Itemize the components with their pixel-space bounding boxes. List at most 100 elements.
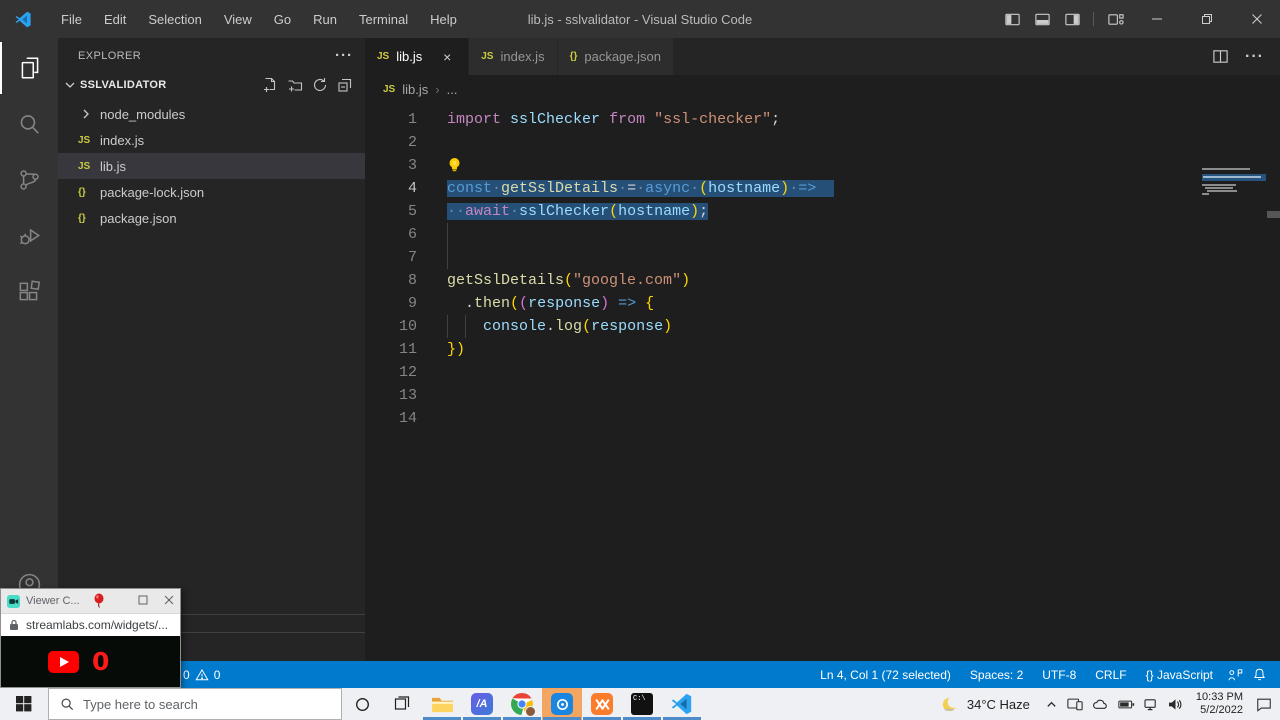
battery-icon[interactable] (1118, 699, 1135, 710)
file-item-index.js[interactable]: JSindex.js (58, 127, 365, 153)
minimap[interactable] (1202, 168, 1266, 202)
popup-titlebar[interactable]: Viewer C... (1, 589, 180, 613)
encoding[interactable]: UTF-8 (1037, 668, 1081, 682)
line-number[interactable]: 11 (365, 338, 417, 361)
extensions-icon[interactable] (0, 266, 58, 318)
tab-package.json[interactable]: {}package.json (558, 38, 674, 75)
breadcrumb-file[interactable]: lib.js (402, 82, 428, 97)
line-number[interactable]: 10 (365, 315, 417, 338)
toggle-panel-icon[interactable] (1027, 0, 1057, 38)
line-number[interactable]: 13 (365, 384, 417, 407)
tray-chevron-up-icon[interactable] (1045, 698, 1058, 711)
line-number[interactable]: 6 (365, 223, 417, 246)
code-line[interactable]: 9 .then((response) => { (365, 292, 1280, 315)
line-number[interactable]: 1 (365, 108, 417, 131)
code-line[interactable]: 4const·getSslDetails·=·async·(hostname)·… (365, 177, 1280, 200)
tab-close-icon[interactable]: × (438, 49, 456, 65)
line-number[interactable]: 7 (365, 246, 417, 269)
collapse-all-icon[interactable] (337, 77, 353, 93)
minimize-button[interactable] (1134, 0, 1180, 38)
menu-selection[interactable]: Selection (137, 8, 212, 31)
code-line[interactable]: 3 (365, 154, 1280, 177)
menu-view[interactable]: View (213, 8, 263, 31)
cursor-position[interactable]: Ln 4, Col 1 (72 selected) (815, 668, 956, 682)
network-icon[interactable] (1144, 698, 1159, 711)
task-view-button[interactable] (382, 688, 422, 720)
taskbar-file-explorer[interactable] (422, 688, 462, 720)
file-item-lib.js[interactable]: JSlib.js (58, 153, 365, 179)
run-debug-icon[interactable] (0, 210, 58, 262)
line-number[interactable]: 4 (365, 177, 417, 200)
file-item-node_modules[interactable]: node_modules (58, 101, 365, 127)
new-folder-icon[interactable] (287, 77, 303, 93)
close-button[interactable] (1234, 0, 1280, 38)
notifications-bell-icon[interactable] (1252, 667, 1267, 682)
tab-lib.js[interactable]: JSlib.js× (365, 38, 469, 75)
popup-restore-icon[interactable] (138, 592, 148, 610)
line-number[interactable]: 5 (365, 200, 417, 223)
code-line[interactable]: 1import sslChecker from "ssl-checker"; (365, 108, 1280, 131)
explorer-icon[interactable] (0, 42, 58, 94)
code-line[interactable]: 10 console.log(response) (365, 315, 1280, 338)
language-mode[interactable]: {} JavaScript (1141, 668, 1218, 682)
feedback-icon[interactable] (1227, 667, 1243, 683)
taskbar-vscode[interactable] (662, 688, 702, 720)
code-line[interactable]: 7 (365, 246, 1280, 269)
folder-section-header[interactable]: SSLVALIDATOR (58, 73, 365, 97)
cortana-button[interactable] (342, 688, 382, 720)
taskbar-search[interactable]: Type here to search (48, 688, 342, 720)
line-number[interactable]: 14 (365, 407, 417, 430)
menu-file[interactable]: File (50, 8, 93, 31)
code-line[interactable]: 14 (365, 407, 1280, 430)
taskbar-clock[interactable]: 10:33 PM 5/2/2022 (1196, 691, 1243, 717)
toggle-sidebar-icon[interactable] (997, 0, 1027, 38)
breadcrumb-more[interactable]: ... (447, 82, 458, 97)
code-line[interactable]: 11}) (365, 338, 1280, 361)
explorer-more-icon[interactable]: ··· (335, 47, 353, 64)
split-editor-icon[interactable] (1212, 48, 1229, 65)
eol-sequence[interactable]: CRLF (1090, 668, 1131, 682)
indentation[interactable]: Spaces: 2 (965, 668, 1028, 682)
taskbar-cmd[interactable]: C:\ (622, 688, 662, 720)
popup-address-bar[interactable]: streamlabs.com/widgets/... (1, 613, 180, 636)
search-icon[interactable] (0, 98, 58, 150)
customize-layout-icon[interactable] (1100, 0, 1130, 38)
code-line[interactable]: 12 (365, 361, 1280, 384)
onedrive-cloud-icon[interactable] (1092, 698, 1109, 711)
source-control-icon[interactable] (0, 154, 58, 206)
problems-indicator[interactable]: 0 0 (183, 668, 220, 682)
line-number[interactable]: 9 (365, 292, 417, 315)
code-line[interactable]: 2 (365, 131, 1280, 154)
line-number[interactable]: 2 (365, 131, 417, 154)
phone-link-icon[interactable] (1067, 697, 1083, 711)
menu-run[interactable]: Run (302, 8, 348, 31)
taskbar-app-a[interactable]: /A (462, 688, 502, 720)
line-number[interactable]: 3 (365, 154, 417, 177)
menu-terminal[interactable]: Terminal (348, 8, 419, 31)
code-line[interactable]: 6 (365, 223, 1280, 246)
taskbar-xampp[interactable] (582, 688, 622, 720)
scrollbar-thumb[interactable] (1267, 211, 1280, 218)
code-editor[interactable]: 1import sslChecker from "ssl-checker";23… (365, 104, 1280, 430)
file-item-package-lock.json[interactable]: {}package-lock.json (58, 179, 365, 205)
volume-icon[interactable] (1168, 698, 1183, 711)
line-number[interactable]: 12 (365, 361, 417, 384)
taskbar-weather[interactable]: 34°C Haze (941, 695, 1030, 714)
code-line[interactable]: 5··await·sslChecker(hostname); (365, 200, 1280, 223)
refresh-icon[interactable] (312, 77, 328, 93)
file-item-package.json[interactable]: {}package.json (58, 205, 365, 231)
editor-more-icon[interactable]: ··· (1245, 48, 1264, 66)
new-file-icon[interactable] (262, 77, 278, 93)
toggle-secondary-sidebar-icon[interactable] (1057, 0, 1087, 38)
popup-close-icon[interactable] (164, 592, 174, 610)
taskbar-chrome[interactable] (502, 688, 542, 720)
taskbar-streamlabs[interactable] (542, 688, 582, 720)
line-number[interactable]: 8 (365, 269, 417, 292)
menu-go[interactable]: Go (263, 8, 302, 31)
menu-help[interactable]: Help (419, 8, 468, 31)
start-button[interactable] (0, 688, 48, 720)
menu-edit[interactable]: Edit (93, 8, 137, 31)
code-line[interactable]: 8getSslDetails("google.com") (365, 269, 1280, 292)
code-line[interactable]: 13 (365, 384, 1280, 407)
action-center-icon[interactable] (1256, 697, 1272, 712)
